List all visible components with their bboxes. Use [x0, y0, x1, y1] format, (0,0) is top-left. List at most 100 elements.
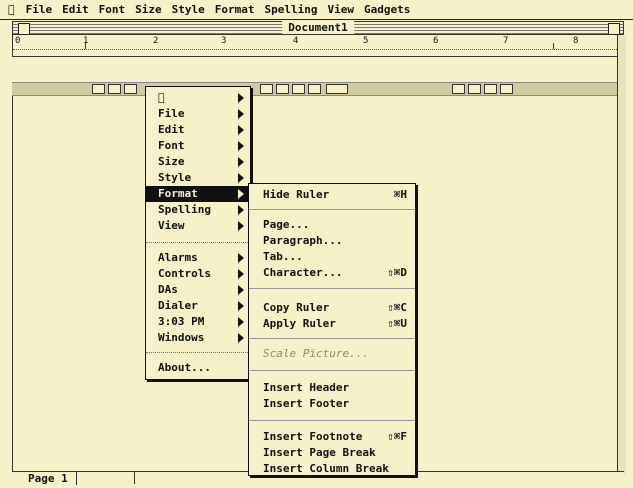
page-indicator[interactable]: Page 1 [24, 472, 77, 485]
menu-item-character[interactable]: Character... ⇧⌘D [249, 265, 415, 281]
menu-item-label: About... [158, 361, 211, 374]
menu-item-style[interactable]: Style [146, 170, 250, 186]
menu-item-label: Copy Ruler [263, 301, 330, 314]
horizontal-scroll-arrow-icon[interactable] [120, 472, 135, 484]
shortcut-label: ⌘H [393, 188, 407, 201]
menu-item-label: Spelling [158, 203, 211, 216]
menu-item-label: File [158, 107, 185, 120]
submenu-arrow-icon [238, 253, 244, 263]
window-title-bar[interactable]: Document1 [12, 21, 624, 35]
submenu-arrow-icon [238, 93, 244, 103]
align-left-button[interactable] [92, 84, 105, 94]
left-margin-marker-icon[interactable] [85, 43, 86, 49]
menu-item-label: 3:03 PM [158, 315, 205, 328]
submenu-arrow-icon [238, 285, 244, 295]
justify-full-button[interactable] [500, 84, 513, 94]
menu-item-hide-ruler[interactable]: Hide Ruler ⌘H [249, 187, 415, 203]
menu-item-insert-footnote[interactable]: Insert Footnote ⇧⌘F [249, 429, 415, 445]
menu-item-label: Controls [158, 267, 211, 280]
submenu-arrow-icon [238, 157, 244, 167]
ruler-number: 2 [153, 36, 159, 46]
submenu-arrow-icon [238, 205, 244, 215]
menu-gadgets[interactable]: Gadgets [359, 3, 415, 16]
menu-item-insert-page-break[interactable]: Insert Page Break [249, 445, 415, 461]
menu-item-dialer[interactable]: Dialer [146, 298, 250, 314]
menu-item-format[interactable]: Format [146, 186, 250, 202]
justify-center-button[interactable] [468, 84, 481, 94]
menu-separator [249, 420, 415, 421]
align-right-button[interactable] [124, 84, 137, 94]
menu-item-spelling[interactable]: Spelling [146, 202, 250, 218]
menu-item-das[interactable]: DAs [146, 282, 250, 298]
shortcut-label: ⇧⌘D [387, 266, 407, 279]
menu-size[interactable]: Size [130, 3, 167, 16]
menu-item-view[interactable]: View [146, 218, 250, 234]
spacing-single-button[interactable] [260, 84, 273, 94]
apple-menu-icon[interactable]:  [0, 3, 21, 16]
menu-separator [146, 242, 250, 243]
menu-item-label: Edit [158, 123, 185, 136]
ruler-baseline [13, 49, 623, 50]
menu-item-edit[interactable]: Edit [146, 122, 250, 138]
align-center-button[interactable] [108, 84, 121, 94]
spacing-double-button[interactable] [292, 84, 305, 94]
vertical-scrollbar[interactable] [617, 35, 626, 475]
menu-item-label: Dialer [158, 299, 198, 312]
submenu-arrow-icon [238, 173, 244, 183]
menu-item-font[interactable]: Font [146, 138, 250, 154]
menu-item-scale-picture: Scale Picture... [249, 346, 415, 362]
main-popup-menu:  File Edit Font Size Style Format Spell… [145, 86, 251, 380]
menu-format[interactable]: Format [210, 3, 260, 16]
submenu-arrow-icon [238, 333, 244, 343]
submenu-arrow-icon [238, 189, 244, 199]
menu-spelling[interactable]: Spelling [260, 3, 323, 16]
shortcut-label: ⇧⌘F [387, 430, 407, 443]
ruler[interactable]: 0 1 2 3 4 5 6 7 8 [12, 35, 624, 57]
zoom-box-icon[interactable] [608, 23, 620, 35]
menu-item-insert-footer[interactable]: Insert Footer [249, 396, 415, 412]
menu-item-clock[interactable]: 3:03 PM [146, 314, 250, 330]
menu-item-windows[interactable]: Windows [146, 330, 250, 346]
menu-item-insert-header[interactable]: Insert Header [249, 380, 415, 396]
menu-item-alarms[interactable]: Alarms [146, 250, 250, 266]
menu-item-about[interactable]: About... [146, 360, 250, 376]
menu-item-insert-column-break[interactable]: Insert Column Break [249, 461, 415, 477]
format-submenu: Hide Ruler ⌘H Page... Paragraph... Tab...… [248, 183, 416, 476]
menu-item-label: Insert Header [263, 381, 350, 394]
submenu-arrow-icon [238, 109, 244, 119]
menu-item-file[interactable]: File [146, 106, 250, 122]
menu-item-page[interactable]: Page... [249, 217, 415, 233]
menu-item-apply-ruler[interactable]: Apply Ruler ⇧⌘U [249, 316, 415, 332]
menu-item-apple[interactable]:  [146, 90, 250, 106]
close-box-icon[interactable] [18, 23, 30, 35]
menu-item-copy-ruler[interactable]: Copy Ruler ⇧⌘C [249, 300, 415, 316]
apple-icon:  [158, 91, 165, 104]
justify-left-button[interactable] [452, 84, 465, 94]
right-margin-marker-icon[interactable] [553, 43, 554, 49]
menu-edit[interactable]: Edit [57, 3, 94, 16]
menu-item-label: Scale Picture... [263, 347, 369, 360]
menu-font[interactable]: Font [94, 3, 131, 16]
menu-item-label: Windows [158, 331, 205, 344]
menu-item-controls[interactable]: Controls [146, 266, 250, 282]
menu-separator [249, 209, 415, 210]
spacing-onehalf-button[interactable] [276, 84, 289, 94]
menu-separator [249, 370, 415, 371]
menu-view[interactable]: View [322, 3, 359, 16]
justify-right-button[interactable] [484, 84, 497, 94]
menu-item-size[interactable]: Size [146, 154, 250, 170]
shortcut-label: ⇧⌘U [387, 317, 407, 330]
window-title: Document1 [282, 21, 354, 34]
menu-item-label: Size [158, 155, 185, 168]
menu-item-label: Format [158, 187, 198, 200]
column-count-field[interactable] [326, 84, 348, 94]
ruler-controls [12, 82, 624, 96]
submenu-arrow-icon [238, 317, 244, 327]
columns-button[interactable] [308, 84, 321, 94]
menu-style[interactable]: Style [167, 3, 210, 16]
submenu-arrow-icon [238, 141, 244, 151]
ruler-number: 0 [15, 36, 21, 46]
menu-item-paragraph[interactable]: Paragraph... [249, 233, 415, 249]
menu-file[interactable]: File [21, 3, 58, 16]
menu-item-tab[interactable]: Tab... [249, 249, 415, 265]
